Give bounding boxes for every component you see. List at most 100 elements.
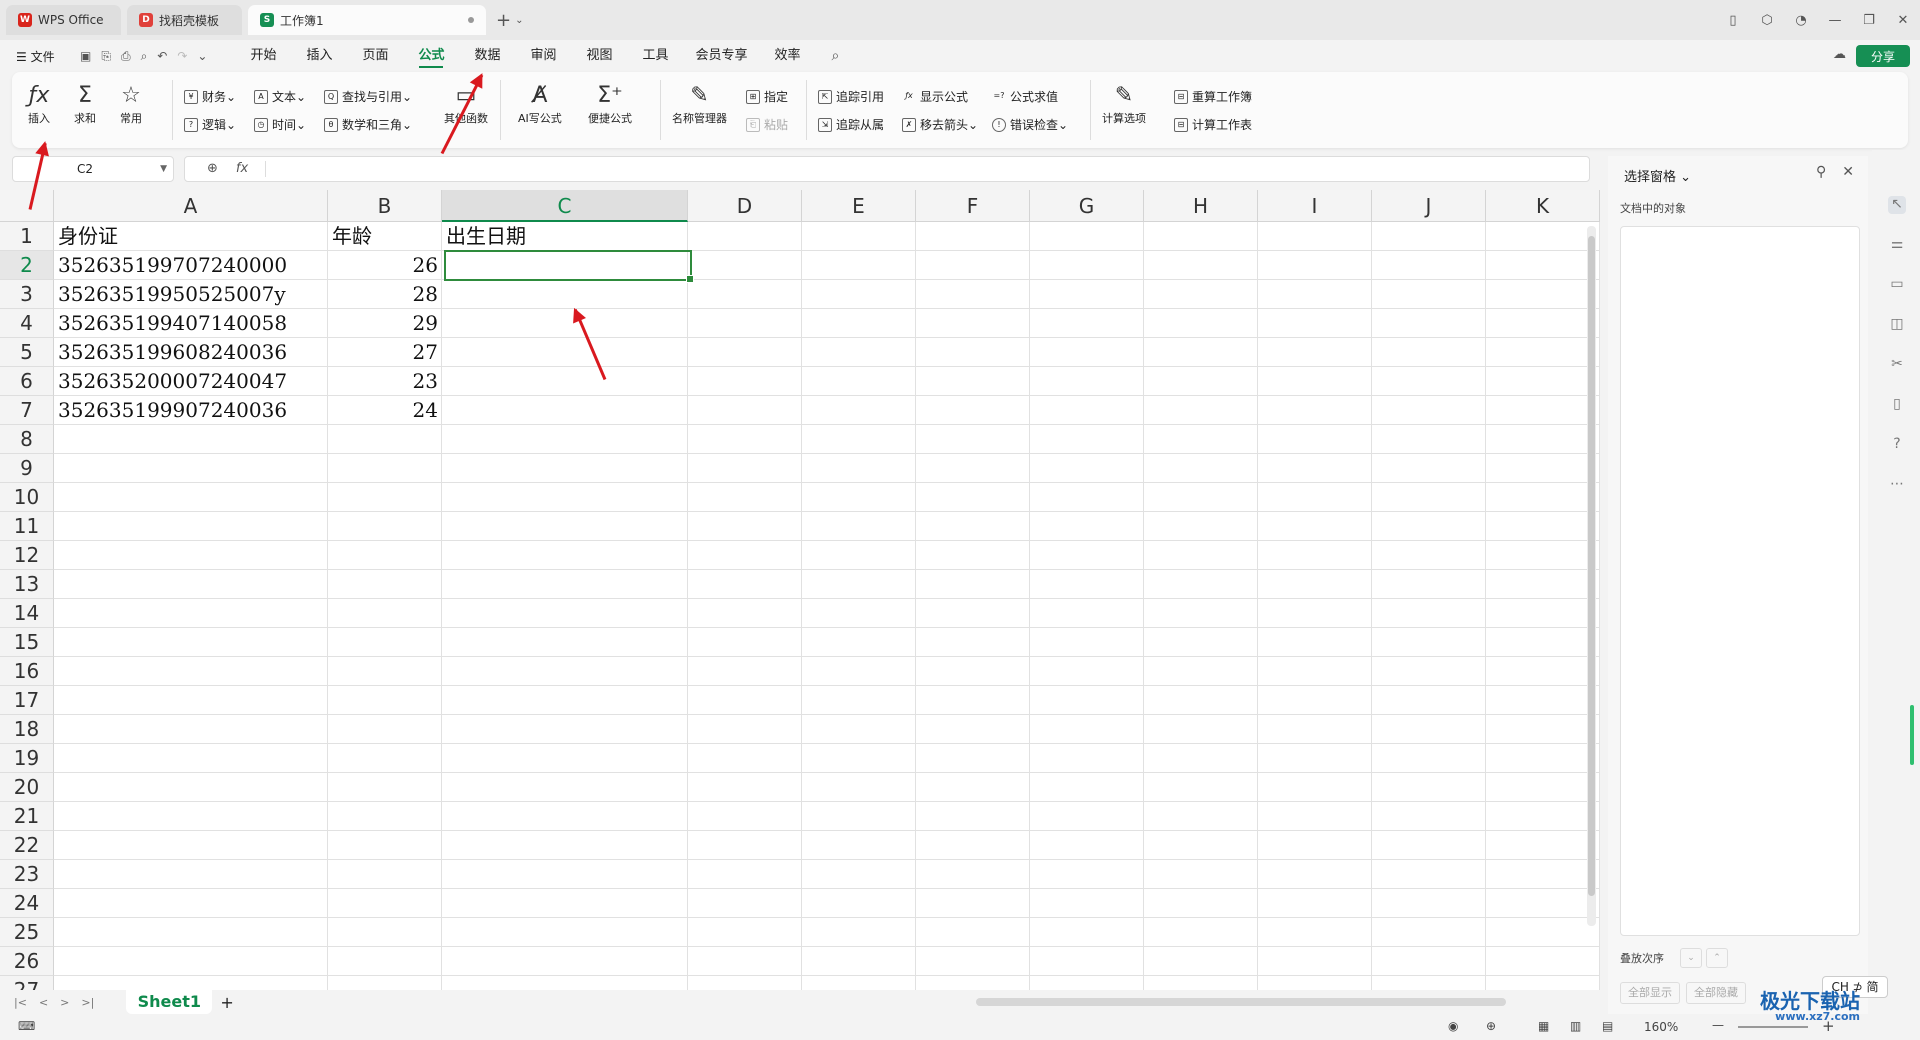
name-manager-button[interactable]: ✎ 名称管理器 [672, 82, 727, 126]
cell-a5[interactable]: 352635199608240036 [54, 338, 328, 367]
row-header-17[interactable]: 17 [0, 686, 54, 715]
select-pointer-icon[interactable]: ↖ [1888, 196, 1906, 214]
cell-a7[interactable]: 352635199907240036 [54, 396, 328, 425]
chevron-down-icon[interactable]: ⌄ [197, 49, 207, 63]
show-all-button[interactable]: 全部显示 [1620, 982, 1680, 1004]
row-header-19[interactable]: 19 [0, 744, 54, 773]
common-functions-button[interactable]: ☆ 常用 [120, 82, 142, 126]
row-header-4[interactable]: 4 [0, 309, 54, 338]
sum-button[interactable]: Σ 求和 [74, 82, 96, 126]
zoom-out-icon[interactable]: — [1712, 1018, 1724, 1032]
tab-page[interactable]: 页面 [347, 40, 403, 72]
row-header-5[interactable]: 5 [0, 338, 54, 367]
tools-icon[interactable]: ✂ [1888, 356, 1906, 374]
objects-list[interactable] [1620, 226, 1860, 936]
column-header-a[interactable]: A [54, 190, 328, 222]
math-button[interactable]: θ 数学和三角 ⌄ [324, 116, 412, 133]
quick-formula-button[interactable]: Σ⁺ 便捷公式 [588, 82, 632, 126]
cell-b5[interactable]: 27 [328, 338, 442, 367]
tab-wps-office[interactable]: W WPS Office [6, 5, 121, 35]
cell-b1[interactable]: 年龄 [328, 222, 442, 251]
cell-b4[interactable]: 29 [328, 309, 442, 338]
chevron-down-icon[interactable]: ⌄ [515, 15, 523, 26]
row-header-12[interactable]: 12 [0, 541, 54, 570]
cell-a4[interactable]: 352635199407140058 [54, 309, 328, 338]
fx-label[interactable]: fx [236, 161, 248, 176]
tab-view[interactable]: 视图 [571, 40, 627, 72]
close-icon[interactable]: ✕ [1886, 13, 1920, 28]
row-header-16[interactable]: 16 [0, 657, 54, 686]
time-button[interactable]: ◷ 时间 ⌄ [254, 116, 306, 133]
export-icon[interactable]: ⎘ [101, 49, 111, 64]
horizontal-scrollbar[interactable] [976, 998, 1506, 1006]
tab-docer-templates[interactable]: D 找稻壳模板 [127, 5, 242, 35]
minimize-icon[interactable]: — [1818, 13, 1852, 28]
spreadsheet-grid[interactable]: A B C D E F G H I J K 1 2 3 4 5 6 7 8 9 10 11 12 13 14 15 16 17 18 19… [0, 190, 1600, 990]
cell-a3[interactable]: 35263519950525007y [54, 280, 328, 309]
tab-efficiency[interactable]: 效率 [759, 40, 815, 72]
redo-icon[interactable]: ↷ [177, 49, 187, 63]
move-up-button[interactable]: ⌃ [1706, 948, 1728, 968]
insert-function-button[interactable]: ƒx 插入 [28, 82, 50, 126]
avatar-icon[interactable]: ◔ [1784, 13, 1818, 28]
row-header-25[interactable]: 25 [0, 918, 54, 947]
zoom-level[interactable]: 160% [1644, 1020, 1678, 1034]
row-header-2[interactable]: 2 [0, 251, 54, 280]
remove-arrows-button[interactable]: ✗ 移去箭头 ⌄ [902, 116, 978, 133]
row-header-21[interactable]: 21 [0, 802, 54, 831]
row-header-24[interactable]: 24 [0, 889, 54, 918]
move-down-button[interactable]: ⌄ [1680, 948, 1702, 968]
undo-icon[interactable]: ↶ [157, 49, 167, 63]
tab-review[interactable]: 审阅 [515, 40, 571, 72]
calc-sheet-button[interactable]: ⊟ 计算工作表 [1174, 116, 1252, 133]
selection-pane-title[interactable]: 选择窗格 ⌄ [1624, 166, 1691, 185]
row-header-10[interactable]: 10 [0, 483, 54, 512]
row-header-15[interactable]: 15 [0, 628, 54, 657]
column-header-h[interactable]: H [1144, 190, 1258, 222]
column-header-e[interactable]: E [802, 190, 916, 222]
column-header-k[interactable]: K [1486, 190, 1600, 222]
row-header-11[interactable]: 11 [0, 512, 54, 541]
row-header-20[interactable]: 20 [0, 773, 54, 802]
specify-button[interactable]: ⊞ 指定 [746, 88, 788, 105]
trace-dependents-button[interactable]: ⇲ 追踪从属 [818, 116, 884, 133]
cell-a1[interactable]: 身份证 [54, 222, 328, 251]
row-header-22[interactable]: 22 [0, 831, 54, 860]
lookup-button[interactable]: Q 查找与引用 ⌄ [324, 88, 412, 105]
tab-workbook1[interactable]: S 工作簿1 [248, 5, 486, 35]
row-header-13[interactable]: 13 [0, 570, 54, 599]
ai-formula-button[interactable]: A̸ AI写公式 [518, 82, 562, 126]
unsaved-dot-icon[interactable] [468, 17, 474, 23]
comment-icon[interactable]: ▭ [1888, 276, 1906, 294]
cell-b7[interactable]: 24 [328, 396, 442, 425]
cell-a6[interactable]: 352635200007240047 [54, 367, 328, 396]
logic-button[interactable]: ? 逻辑 ⌄ [184, 116, 236, 133]
row-header-27[interactable]: 27 [0, 976, 54, 990]
paste-names-button[interactable]: ⎗ 粘贴 [746, 116, 788, 133]
first-sheet-icon[interactable]: |< [14, 996, 27, 1009]
hide-all-button[interactable]: 全部隐藏 [1686, 982, 1746, 1004]
eye-icon[interactable]: ◉ [1448, 1019, 1458, 1033]
close-icon[interactable]: ✕ [1842, 164, 1854, 180]
normal-view-icon[interactable]: ▦ [1538, 1019, 1549, 1033]
scroll-thumb[interactable] [1588, 236, 1595, 896]
cell-b3[interactable]: 28 [328, 280, 442, 309]
save-icon[interactable]: ▣ [80, 49, 91, 63]
vertical-scrollbar[interactable] [1587, 226, 1596, 926]
row-header-6[interactable]: 6 [0, 367, 54, 396]
row-header-18[interactable]: 18 [0, 715, 54, 744]
cell-b2[interactable]: 26 [328, 251, 442, 280]
error-check-button[interactable]: ! 错误检查 ⌄ [992, 116, 1068, 133]
book-icon[interactable]: ▯ [1888, 396, 1906, 414]
trace-precedents-button[interactable]: ⇱ 追踪引用 [818, 88, 884, 105]
row-header-8[interactable]: 8 [0, 425, 54, 454]
row-header-3[interactable]: 3 [0, 280, 54, 309]
select-all-corner[interactable] [0, 190, 54, 222]
zoom-slider[interactable] [1738, 1026, 1808, 1028]
row-header-1[interactable]: 1 [0, 222, 54, 251]
column-header-g[interactable]: G [1030, 190, 1144, 222]
formula-bar[interactable]: ⊕ fx [184, 156, 1590, 182]
cube-icon[interactable]: ⬡ [1750, 13, 1784, 28]
cell-a2[interactable]: 352635199707240000 [54, 251, 328, 280]
pin-icon[interactable]: ⚲ [1816, 164, 1826, 180]
